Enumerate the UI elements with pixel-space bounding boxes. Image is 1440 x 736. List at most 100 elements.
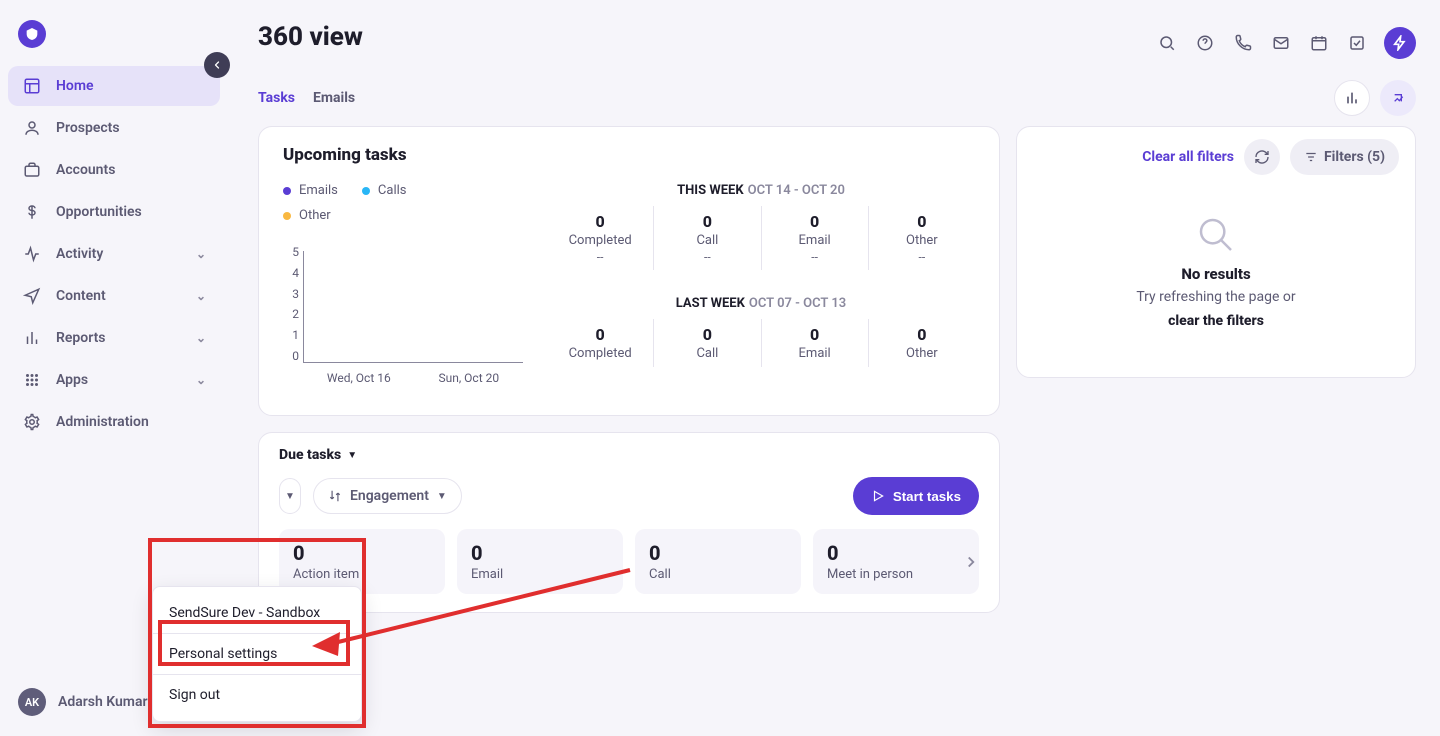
user-menu-sign-out[interactable]: Sign out	[153, 677, 361, 713]
due-heading-label: Due tasks	[279, 447, 341, 463]
stat-call: 0 Call --	[653, 206, 760, 270]
axis-box	[303, 251, 523, 363]
calendar-icon[interactable]	[1302, 26, 1336, 60]
stat-other: 0Other--	[868, 206, 975, 270]
legend-label: Calls	[378, 183, 407, 198]
tile-email[interactable]: 0Email	[457, 529, 623, 594]
chart-view-button[interactable]	[1334, 80, 1370, 116]
tile-action-item[interactable]: 0Action item	[279, 529, 445, 594]
filters-button[interactable]: Filters (5)	[1290, 139, 1399, 175]
nav: Home Prospects Accounts Opportunities Ac…	[8, 66, 220, 442]
sidebar-item-activity[interactable]: Activity ⌄	[8, 234, 220, 274]
main: 360 view Tasks Emails Upcoming tasks	[228, 0, 1440, 736]
col-left: Upcoming tasks Emails Calls Other 5	[258, 126, 1000, 613]
chevron-down-icon: ⌄	[196, 247, 206, 261]
divider	[153, 633, 361, 634]
clear-filters-action[interactable]: clear the filters	[1043, 313, 1389, 329]
caret-down-icon: ▼	[347, 450, 357, 461]
mail-icon[interactable]	[1264, 26, 1298, 60]
send-icon	[22, 286, 42, 306]
stat-num: 0	[551, 325, 649, 344]
grid-icon	[22, 370, 42, 390]
no-results: No results Try refreshing the page or cl…	[1033, 181, 1399, 363]
sidebar-item-accounts[interactable]: Accounts	[8, 150, 220, 190]
activity-icon	[22, 244, 42, 264]
refresh-button[interactable]	[1244, 139, 1280, 175]
logo-wrap	[8, 12, 220, 66]
tile-num: 0	[649, 541, 787, 565]
stat-email: 0Email--	[761, 206, 868, 270]
sidebar-item-label: Content	[56, 288, 106, 304]
sidebar-item-label: Home	[56, 78, 94, 94]
tiles-next-button[interactable]	[959, 550, 983, 574]
user-menu-org: SendSure Dev - Sandbox	[153, 595, 361, 631]
search-icon[interactable]	[1150, 26, 1184, 60]
filter-dropdown[interactable]: ▼	[279, 478, 301, 514]
task-icon[interactable]	[1340, 26, 1374, 60]
sidebar-item-prospects[interactable]: Prospects	[8, 108, 220, 148]
stat-sub: --	[551, 250, 649, 264]
sidebar-item-label: Prospects	[56, 120, 120, 136]
filters-label: Filters (5)	[1324, 149, 1385, 165]
sidebar-item-reports[interactable]: Reports ⌄	[8, 318, 220, 358]
x-tick: Wed, Oct 16	[327, 371, 391, 385]
this-week-stats: 0Completed-- 0Call-- 0Email-- 0Other--	[547, 206, 975, 270]
upcoming-heading: Upcoming tasks	[283, 145, 975, 165]
last-week-head: LAST WEEKOCT 07 - OCT 13	[547, 296, 975, 311]
caret-down-icon: ▼	[285, 491, 295, 502]
last-week-stats: 0Completed 0Call 0Email 0Other	[547, 319, 975, 367]
week-label: THIS WEEK	[677, 183, 744, 198]
stat-num: 0	[658, 325, 756, 344]
sidebar-collapse-button[interactable]	[204, 52, 230, 78]
y-axis: 5 4 3 2 1 0	[283, 245, 299, 363]
user-menu-popup: SendSure Dev - Sandbox Personal settings…	[152, 586, 362, 722]
col-right: Clear all filters Filters (5) No results…	[1016, 126, 1416, 378]
stat-sub: --	[658, 250, 756, 264]
sidebar-item-content[interactable]: Content ⌄	[8, 276, 220, 316]
stat-label: Call	[658, 233, 756, 248]
sidebar-item-label: Opportunities	[56, 204, 142, 220]
user-icon	[22, 118, 42, 138]
dot-icon	[362, 187, 370, 195]
tab-emails[interactable]: Emails	[313, 84, 355, 112]
sidebar-item-opportunities[interactable]: Opportunities	[8, 192, 220, 232]
due-heading[interactable]: Due tasks ▼	[279, 447, 979, 463]
stat-label: Call	[658, 346, 756, 361]
legend-calls: Calls	[362, 183, 407, 198]
stat-num: 0	[766, 325, 864, 344]
app-logo[interactable]	[18, 20, 46, 48]
sort-dropdown[interactable]: Engagement ▼	[313, 478, 462, 514]
this-week-head: THIS WEEKOCT 14 - OCT 20	[547, 183, 975, 198]
dot-icon	[283, 187, 291, 195]
sidebar-item-home[interactable]: Home	[8, 66, 220, 106]
tile-label: Meet in person	[827, 567, 965, 582]
gear-icon	[22, 412, 42, 432]
tile-call[interactable]: 0Call	[635, 529, 801, 594]
tile-label: Action item	[293, 567, 431, 582]
user-menu-personal-settings[interactable]: Personal settings	[153, 636, 361, 672]
stat-label: Email	[766, 233, 864, 248]
sidebar-item-administration[interactable]: Administration	[8, 402, 220, 442]
legend-label: Other	[299, 208, 331, 223]
start-tasks-button[interactable]: Start tasks	[853, 477, 979, 515]
ai-view-button[interactable]	[1380, 80, 1416, 116]
topbar: 360 view	[258, 18, 1416, 68]
tab-tasks[interactable]: Tasks	[258, 84, 295, 112]
no-results-title: No results	[1043, 265, 1389, 283]
stat-num: 0	[658, 212, 756, 231]
dot-icon	[283, 212, 291, 220]
help-icon[interactable]	[1188, 26, 1222, 60]
view-toggle	[1334, 80, 1416, 116]
x-axis: Wed, Oct 16 Sun, Oct 20	[303, 371, 523, 385]
sidebar-item-label: Reports	[56, 330, 106, 346]
search-icon	[1196, 215, 1236, 255]
clear-filters-link[interactable]: Clear all filters	[1142, 149, 1234, 165]
bar-chart-icon	[22, 328, 42, 348]
chart-legend: Emails Calls	[283, 183, 523, 198]
sidebar-item-apps[interactable]: Apps ⌄	[8, 360, 220, 400]
y-tick: 5	[283, 245, 299, 259]
phone-icon[interactable]	[1226, 26, 1260, 60]
tile-meet[interactable]: 0Meet in person	[813, 529, 979, 594]
quick-action-button[interactable]	[1384, 27, 1416, 59]
legend-other: Other	[283, 208, 331, 223]
